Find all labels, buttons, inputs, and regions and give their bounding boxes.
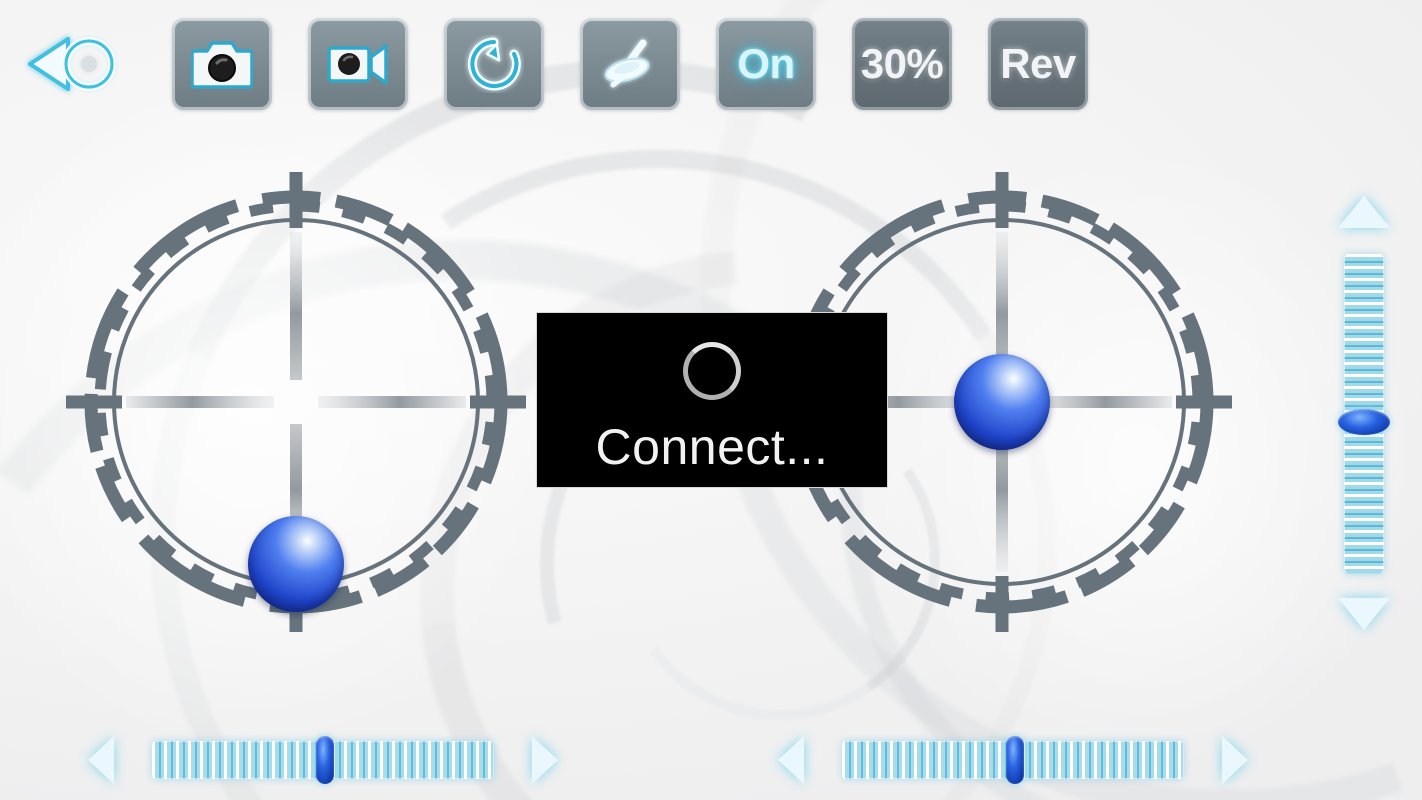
toolbar: On 30% Rev: [0, 0, 1422, 128]
left-joystick[interactable]: [66, 172, 526, 632]
left-trim-thumb[interactable]: [316, 736, 334, 784]
left-trim-next-button[interactable]: [518, 736, 558, 784]
left-trim-prev-button[interactable]: [88, 736, 128, 784]
right-trim-prev-button[interactable]: [778, 736, 818, 784]
photo-capture-button[interactable]: [172, 18, 272, 110]
right-trim-slider[interactable]: [774, 728, 1252, 792]
mode-label: Rev: [1000, 40, 1076, 87]
rate-label: 30%: [860, 40, 944, 87]
gyro-top-icon: [604, 39, 650, 88]
right-trim-next-button[interactable]: [1208, 736, 1248, 784]
triangle-right-icon: [532, 736, 558, 784]
triangle-left-icon: [778, 736, 804, 784]
rotate-icon: [467, 37, 521, 91]
connect-dialog: Connect...: [536, 312, 888, 488]
left-trim-slider[interactable]: [84, 728, 562, 792]
right-trim-thumb[interactable]: [1006, 736, 1024, 784]
mode-button[interactable]: Rev: [988, 18, 1088, 110]
gyro-calibrate-button[interactable]: [580, 18, 680, 110]
altitude-slider-thumb[interactable]: [1338, 409, 1390, 435]
rate-button[interactable]: 30%: [852, 18, 952, 110]
right-joystick-knob[interactable]: [954, 354, 1050, 450]
back-arrow-icon: [28, 37, 116, 91]
loading-spinner-icon: [683, 342, 741, 400]
headless-mode-button[interactable]: On: [716, 18, 816, 110]
camera-icon: [191, 41, 253, 89]
triangle-left-icon: [88, 736, 114, 784]
drone-controller-screen: On 30% Rev Connect...: [0, 0, 1422, 800]
left-joystick-knob[interactable]: [248, 516, 344, 612]
headless-mode-label: On: [737, 40, 795, 87]
triangle-right-icon: [1222, 736, 1248, 784]
triangle-up-icon: [1338, 196, 1390, 228]
back-button[interactable]: [22, 26, 134, 102]
video-camera-icon: [327, 44, 388, 85]
triangle-down-icon: [1338, 598, 1390, 630]
connect-dialog-message: Connect...: [595, 419, 829, 475]
video-record-button[interactable]: [308, 18, 408, 110]
slider-down-button[interactable]: [1338, 598, 1390, 632]
slider-up-button[interactable]: [1338, 196, 1390, 230]
flip-rotate-button[interactable]: [444, 18, 544, 110]
altitude-trim-slider[interactable]: [1332, 196, 1396, 632]
